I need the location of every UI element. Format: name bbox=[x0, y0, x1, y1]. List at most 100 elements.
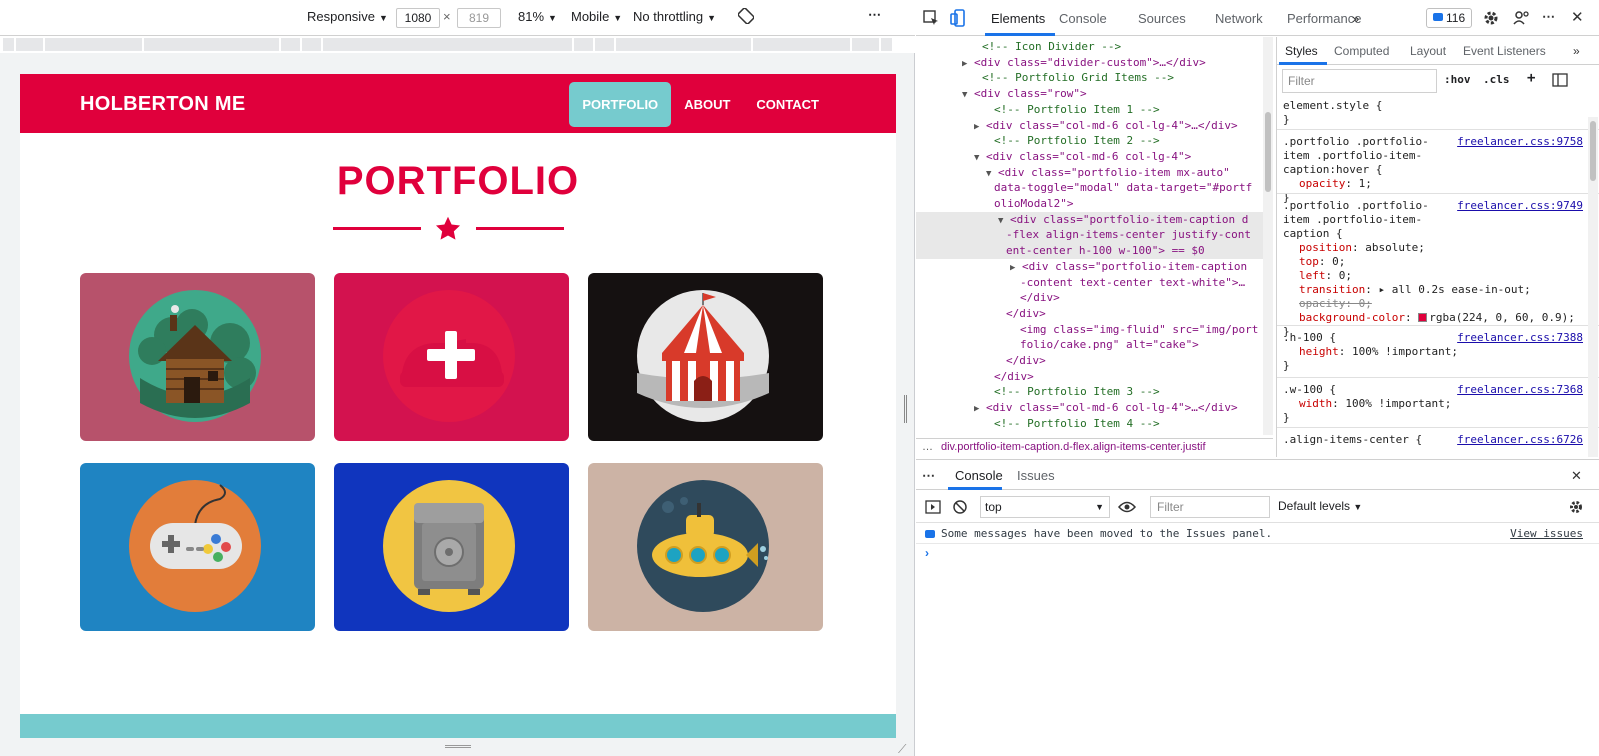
dom-node-line[interactable]: ▶ <div class="col-md-6 col-lg-4">…</div> bbox=[916, 118, 1264, 134]
clear-console-icon[interactable] bbox=[952, 499, 968, 515]
expand-toggle-icon[interactable]: ▶ bbox=[1010, 260, 1022, 276]
css-property[interactable]: opacity: 1; bbox=[1283, 177, 1583, 191]
more-options-icon[interactable]: ⋯ bbox=[868, 7, 881, 23]
dom-comment-line[interactable]: <!-- Icon Divider --> bbox=[916, 39, 1264, 55]
rule-source-link[interactable]: freelancer.css:6726 bbox=[1457, 433, 1583, 447]
tab-layout[interactable]: Layout bbox=[1410, 44, 1446, 58]
portfolio-item-cake[interactable] bbox=[334, 273, 569, 441]
rule-source-link[interactable]: freelancer.css:9749 bbox=[1457, 199, 1583, 213]
tab-event-listeners[interactable]: Event Listeners bbox=[1463, 44, 1546, 58]
dom-comment-line[interactable]: <!-- Portfolio Item 1 --> bbox=[916, 102, 1264, 118]
view-issues-link[interactable]: View issues bbox=[1510, 524, 1583, 544]
css-property[interactable]: top: 0; bbox=[1283, 255, 1583, 269]
new-rule-icon[interactable]: + bbox=[1527, 70, 1535, 86]
css-property[interactable]: background-color: rgba(224, 0, 60, 0.9); bbox=[1283, 311, 1583, 325]
tab-console[interactable]: Console bbox=[1059, 11, 1107, 26]
expand-toggle-icon[interactable]: ▶ bbox=[974, 119, 986, 135]
dom-node-line[interactable]: </div> bbox=[916, 290, 1264, 306]
dom-node-line[interactable]: ▶ <div class="portfolio-item-caption bbox=[916, 259, 1264, 275]
resize-handle[interactable] bbox=[445, 745, 471, 748]
dom-node-line[interactable]: <img class="img-fluid" src="img/port bbox=[916, 322, 1264, 338]
css-property[interactable]: opacity: 0; bbox=[1283, 297, 1583, 311]
tab-styles[interactable]: Styles bbox=[1285, 44, 1318, 58]
log-levels-select[interactable]: Default levels ▼ bbox=[1278, 499, 1362, 513]
toggle-sidebar-icon[interactable] bbox=[1552, 73, 1568, 87]
expand-toggle-icon[interactable]: ▶ bbox=[962, 56, 974, 72]
css-property[interactable]: transition: ▸ all 0.2s ease-in-out; bbox=[1283, 283, 1583, 297]
context-select[interactable]: top ▼ bbox=[980, 496, 1110, 518]
styles-scrollbar[interactable] bbox=[1588, 117, 1598, 457]
css-property[interactable]: height: 100% !important; bbox=[1283, 345, 1583, 359]
expand-toggle-icon[interactable]: ▼ bbox=[962, 87, 974, 103]
dom-comment-line[interactable]: <!-- Portfolio Grid Items --> bbox=[916, 70, 1264, 86]
dom-node-line[interactable]: ▼ <div class="col-md-6 col-lg-4"> bbox=[916, 149, 1264, 165]
dom-comment-line[interactable]: <!-- Portfolio Item 2 --> bbox=[916, 133, 1264, 149]
rule-source-link[interactable]: freelancer.css:7368 bbox=[1457, 383, 1583, 397]
rule-selector[interactable]: .h-100 { bbox=[1283, 331, 1448, 345]
color-swatch-icon[interactable] bbox=[1418, 313, 1428, 322]
gear-icon[interactable] bbox=[1482, 9, 1500, 27]
mode-select[interactable]: Mobile ▼ bbox=[571, 9, 622, 24]
drawer-menu-icon[interactable]: ⋯ bbox=[922, 468, 935, 484]
close-drawer-icon[interactable]: ✕ bbox=[1571, 468, 1582, 484]
tab-computed[interactable]: Computed bbox=[1334, 44, 1389, 58]
eye-icon[interactable] bbox=[1118, 500, 1136, 514]
portfolio-item-cabin[interactable] bbox=[80, 273, 315, 441]
dom-node-line[interactable]: ent-center h-100 w-100"> == $0 bbox=[916, 243, 1264, 260]
devtools-menu-icon[interactable]: ⋯ bbox=[1542, 9, 1555, 25]
rule-selector[interactable]: .portfolio .portfolio-item .portfolio-it… bbox=[1283, 199, 1448, 241]
rule-selector[interactable]: .align-items-center { bbox=[1283, 433, 1448, 447]
nav-contact[interactable]: CONTACT bbox=[743, 82, 832, 127]
throttling-select[interactable]: No throttling ▼ bbox=[633, 9, 716, 24]
dom-node-line[interactable]: data-toggle="modal" data-target="#portf bbox=[916, 180, 1264, 196]
expand-toggle-icon[interactable]: ▼ bbox=[974, 150, 986, 166]
expand-toggle-icon[interactable]: ▶ bbox=[974, 401, 986, 417]
dom-comment-line[interactable]: <!-- Portfolio Item 4 --> bbox=[916, 416, 1264, 432]
site-brand[interactable]: HOLBERTON ME bbox=[80, 93, 245, 116]
hover-state-button[interactable]: :hov bbox=[1444, 73, 1471, 86]
portfolio-item-circus[interactable] bbox=[588, 273, 823, 441]
elements-scrollbar[interactable] bbox=[1263, 37, 1273, 435]
css-property[interactable]: width: 100% !important; bbox=[1283, 397, 1583, 411]
tab-performance[interactable]: Performance bbox=[1287, 11, 1361, 26]
breadcrumb-more-icon[interactable]: … bbox=[922, 441, 933, 453]
console-prompt[interactable]: › bbox=[925, 546, 929, 560]
nav-portfolio[interactable]: PORTFOLIO bbox=[569, 82, 672, 127]
portfolio-item-safe[interactable] bbox=[334, 463, 569, 631]
rule-source-link[interactable]: freelancer.css:9758 bbox=[1457, 135, 1583, 149]
drawer-tab-issues[interactable]: Issues bbox=[1017, 468, 1055, 483]
panel-splitter[interactable] bbox=[904, 395, 907, 423]
console-settings-icon[interactable] bbox=[1568, 499, 1584, 515]
css-property[interactable]: position: absolute; bbox=[1283, 241, 1583, 255]
dom-node-line[interactable]: ▶ <div class="col-md-6 col-lg-4">…</div> bbox=[916, 400, 1264, 416]
height-input[interactable]: 819 bbox=[457, 8, 501, 28]
dom-node-line[interactable]: </div> bbox=[916, 353, 1264, 369]
rule-selector[interactable]: element.style { bbox=[1283, 99, 1583, 113]
drawer-tab-console[interactable]: Console bbox=[955, 468, 1003, 483]
portfolio-item-submarine[interactable] bbox=[588, 463, 823, 631]
inspect-element-icon[interactable] bbox=[922, 9, 940, 27]
dom-node-line[interactable]: </div> bbox=[916, 369, 1264, 385]
expand-toggle-icon[interactable]: ▼ bbox=[998, 213, 1010, 229]
width-input[interactable]: 1080 bbox=[396, 8, 440, 28]
more-styles-tabs-icon[interactable]: » bbox=[1573, 44, 1580, 58]
customize-icon[interactable] bbox=[1512, 9, 1530, 27]
console-filter-input[interactable]: Filter bbox=[1150, 496, 1270, 518]
dom-comment-line[interactable]: <!-- Portfolio Item 3 --> bbox=[916, 384, 1264, 400]
issues-counter[interactable]: 116 bbox=[1426, 8, 1473, 28]
expand-toggle-icon[interactable]: ▼ bbox=[986, 166, 998, 182]
dom-node-line[interactable]: ▼ <div class="row"> bbox=[916, 86, 1264, 102]
nav-about[interactable]: ABOUT bbox=[671, 82, 743, 127]
dom-node-line[interactable]: ▼ <div class="portfolio-item-caption d bbox=[916, 211, 1264, 229]
dom-node-line[interactable]: ▶ <div class="divider-custom">…</div> bbox=[916, 55, 1264, 71]
more-tabs-icon[interactable]: » bbox=[1352, 11, 1359, 26]
dom-node-line[interactable]: -content text-center text-white">… bbox=[916, 275, 1264, 291]
device-select[interactable]: Responsive ▼ bbox=[307, 9, 388, 24]
rotate-icon[interactable] bbox=[737, 7, 755, 27]
rule-selector[interactable]: .portfolio .portfolio-item .portfolio-it… bbox=[1283, 135, 1448, 177]
close-devtools-icon[interactable]: ✕ bbox=[1571, 8, 1584, 26]
styles-filter-input[interactable]: Filter bbox=[1282, 69, 1437, 93]
breadcrumb-path[interactable]: div.portfolio-item-caption.d-flex.align-… bbox=[941, 441, 1206, 453]
tab-network[interactable]: Network bbox=[1215, 11, 1263, 26]
dom-node-line[interactable]: folio/cake.png" alt="cake"> bbox=[916, 337, 1264, 353]
